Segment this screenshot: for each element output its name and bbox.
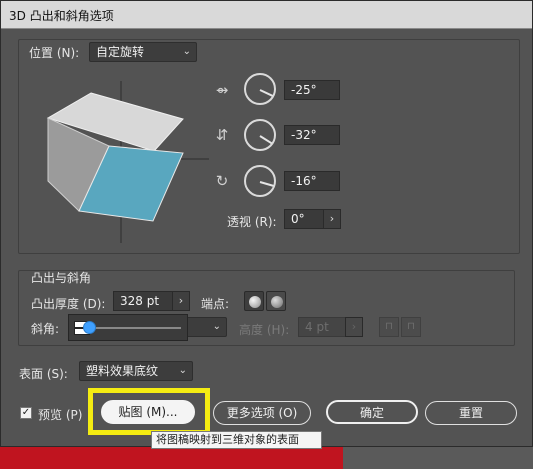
preview-label[interactable]: 预览 (P): [38, 406, 82, 423]
cap-on-icon: [249, 296, 261, 308]
z-rotation-input[interactable]: -16°: [284, 171, 340, 191]
z-dial-hand: [259, 181, 274, 187]
x-dial-hand: [259, 89, 274, 97]
y-rotation-dial[interactable]: [244, 119, 276, 151]
x-rotation-input[interactable]: -25°: [284, 80, 340, 100]
chevron-down-icon: ⌄: [212, 321, 221, 332]
extrude-depth-input[interactable]: 328 pt: [113, 291, 173, 311]
x-rotation-dial[interactable]: [244, 73, 276, 105]
bevel-height-arrow-button[interactable]: ›: [345, 317, 363, 337]
position-preset-value: 自定旋转: [96, 45, 145, 59]
y-axis-rotate-icon: ⇵: [215, 126, 229, 144]
surface-dropdown[interactable]: 塑料效果底纹 ⌄: [79, 361, 193, 381]
bevel-slider-popup[interactable]: [68, 314, 188, 341]
y-dial-hand: [259, 135, 273, 145]
preview-checkbox[interactable]: ✓: [20, 407, 32, 419]
cap-label: 端点:: [201, 297, 230, 311]
perspective-input[interactable]: 0°: [284, 209, 324, 229]
bevel-slider-track[interactable]: [95, 327, 181, 329]
cube-preview[interactable]: [31, 71, 216, 246]
extrude-bevel-heading: 凸出与斜角: [31, 271, 92, 285]
perspective-label: 透视 (R):: [227, 215, 277, 229]
ok-button[interactable]: 确定: [326, 400, 418, 424]
map-art-tooltip: 将图稿映射到三维对象的表面: [151, 431, 322, 449]
reset-button[interactable]: 重置: [425, 401, 517, 425]
position-label: 位置 (N):: [29, 46, 80, 60]
window-title: 3D 凸出和斜角选项: [9, 9, 114, 23]
dialog-3d-extrude-bevel: 3D 凸出和斜角选项 位置 (N): 自定旋转 ⌄ ⇴ -25° ⇵ -32° …: [0, 0, 533, 447]
z-axis-rotate-icon: ↻: [215, 172, 229, 190]
cap-off-button[interactable]: [266, 291, 286, 311]
extrude-depth-label: 凸出厚度 (D):: [31, 297, 106, 311]
bevel-slider-thumb[interactable]: [83, 321, 96, 334]
title-bar[interactable]: 3D 凸出和斜角选项: [1, 1, 532, 29]
chevron-down-icon: ⌄: [182, 46, 191, 57]
y-rotation-input[interactable]: -32°: [284, 125, 340, 145]
annotation-highlight-box: [88, 388, 210, 435]
extrude-depth-arrow-button[interactable]: ›: [172, 291, 190, 311]
perspective-arrow-button[interactable]: ›: [323, 209, 341, 229]
more-options-button[interactable]: 更多选项 (O): [213, 401, 311, 425]
bevel-extent-out-button[interactable]: ⊓: [379, 317, 399, 337]
z-rotation-dial[interactable]: [244, 165, 276, 197]
cap-off-icon: [271, 296, 283, 308]
surface-value: 塑料效果底纹: [86, 364, 159, 378]
position-preset-dropdown[interactable]: 自定旋转 ⌄: [89, 42, 197, 62]
surface-label: 表面 (S):: [19, 367, 68, 381]
bevel-height-input[interactable]: 4 pt: [298, 317, 346, 337]
bevel-height-label: 高度 (H):: [239, 323, 290, 337]
chevron-down-icon: ⌄: [178, 365, 187, 376]
bevel-extent-in-button[interactable]: ⊓: [401, 317, 421, 337]
cap-on-button[interactable]: [244, 291, 264, 311]
x-axis-rotate-icon: ⇴: [215, 81, 229, 99]
bevel-label: 斜角:: [31, 322, 60, 336]
